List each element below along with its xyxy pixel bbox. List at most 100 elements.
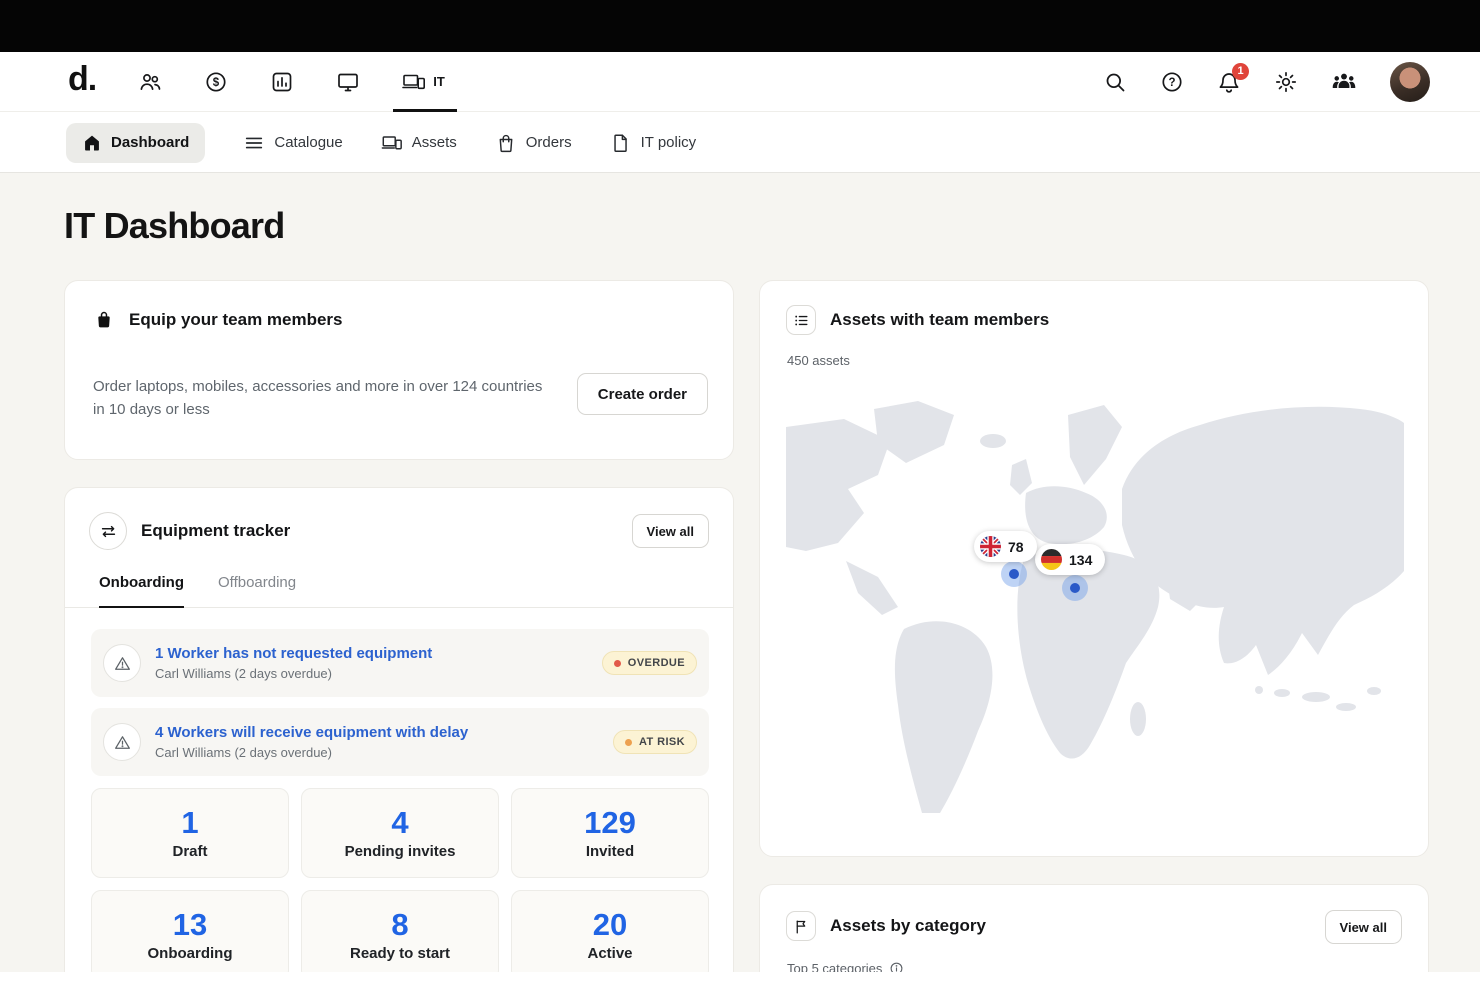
world-map[interactable]: 134 78 [786,399,1404,819]
assets-map-card: Assets with team members 450 assets [759,280,1429,857]
assets-category-title: Assets by category [830,916,986,936]
subnav-item-assets[interactable]: Assets [381,132,457,154]
subnav-item-catalogue[interactable]: Catalogue [243,132,342,154]
tracker-alert-row: 1 Worker has not requested equipment Car… [91,629,709,697]
tab-offboarding[interactable]: Offboarding [218,574,296,607]
user-avatar[interactable] [1390,62,1430,102]
stat-value: 20 [593,909,627,940]
map-pill-uk[interactable]: 78 [974,531,1037,562]
settings-gear-icon[interactable] [1274,70,1298,94]
badge-label: AT RISK [639,736,685,748]
list-icon [786,305,816,335]
equipment-tracker-card: Equipment tracker View all Onboarding Of… [64,487,734,972]
equip-team-card: Equip your team members Order laptops, m… [64,280,734,460]
warning-triangle-icon [103,723,141,761]
create-order-button[interactable]: Create order [577,373,708,415]
stat-label: Pending invites [345,843,456,860]
alert-link[interactable]: 1 Worker has not requested equipment [155,645,432,662]
assets-map-title: Assets with team members [830,310,1049,330]
stat-tile-onboarding[interactable]: 13 Onboarding [91,890,289,972]
monitor-nav-icon[interactable] [336,70,360,94]
subnav-item-dashboard[interactable]: Dashboard [66,123,205,163]
flag-icon [786,911,816,941]
stat-value: 13 [173,909,207,940]
orders-bag-icon [495,132,517,154]
subnav-item-orders-label: Orders [526,134,572,151]
alert-subtitle: Carl Williams (2 days overdue) [155,666,432,681]
subnav-item-it-policy[interactable]: IT policy [610,132,697,154]
people-nav-icon[interactable] [138,70,162,94]
tracker-alert-row: 4 Workers will receive equipment with de… [91,708,709,776]
germany-flag-icon [1041,549,1062,570]
it-section-nav: Dashboard Catalogue Assets Orders [0,113,1480,173]
subnav-item-orders[interactable]: Orders [495,132,572,154]
uk-asset-count: 78 [1008,539,1024,555]
notification-count-badge: 1 [1232,63,1249,80]
stat-tile-invited[interactable]: 129 Invited [511,788,709,878]
tab-onboarding[interactable]: Onboarding [99,574,184,608]
assets-devices-icon [381,132,403,154]
page-title: IT Dashboard [64,205,284,247]
stat-label: Draft [172,843,207,860]
map-marker-dot-core [1070,583,1080,593]
shopping-bag-icon [93,309,115,331]
equip-card-title: Equip your team members [129,310,343,330]
category-subtitle: Top 5 categories [787,961,882,972]
info-icon[interactable] [889,961,904,972]
stat-label: Active [587,945,632,962]
stat-value: 1 [181,807,198,838]
stat-tile-pending-invites[interactable]: 4 Pending invites [301,788,499,878]
stat-tile-draft[interactable]: 1 Draft [91,788,289,878]
overdue-dot [614,660,621,667]
map-marker-dot-germany[interactable] [1062,575,1088,601]
nav-item-it[interactable]: IT [402,52,445,111]
notifications-button[interactable]: 1 [1217,70,1241,94]
stat-label: Ready to start [350,945,450,962]
app-header: d. $ [0,52,1480,112]
map-marker-dot-uk[interactable] [1001,561,1027,587]
active-nav-underline [393,109,457,112]
payments-nav-icon[interactable]: $ [204,70,228,94]
reports-nav-icon[interactable] [270,70,294,94]
window-top-bar [0,0,1480,52]
alert-subtitle: Carl Williams (2 days overdue) [155,745,468,760]
tracker-view-all-button[interactable]: View all [632,514,709,548]
assets-count: 450 assets [787,353,850,368]
subnav-item-catalogue-label: Catalogue [274,134,342,151]
home-icon [82,133,102,153]
nav-item-it-label: IT [433,74,445,89]
help-icon[interactable]: ? [1160,70,1184,94]
assets-category-card: Assets by category View all Top 5 catego… [759,884,1429,972]
stat-tile-active[interactable]: 20 Active [511,890,709,972]
main-content: IT Dashboard Equip your team members Ord… [0,173,1480,972]
stat-value: 129 [584,807,636,838]
catalogue-list-icon [243,132,265,154]
world-map-graphic [786,399,1404,819]
stat-label: Invited [586,843,634,860]
warning-triangle-icon [103,644,141,682]
subnav-item-it-policy-label: IT policy [641,134,697,151]
transfer-arrows-icon [89,512,127,550]
subnav-item-dashboard-label: Dashboard [111,134,189,151]
uk-flag-icon [980,536,1001,557]
team-referrals-icon[interactable] [1331,69,1357,95]
tracker-stats-grid: 1 Draft 4 Pending invites 129 Invited 13… [91,788,709,972]
map-pill-germany[interactable]: 134 [1035,544,1105,575]
deel-logo[interactable]: d. [68,62,96,102]
map-marker-dot-core [1009,569,1019,579]
alert-link[interactable]: 4 Workers will receive equipment with de… [155,724,468,741]
header-actions: ? 1 [1103,62,1430,102]
search-icon[interactable] [1103,70,1127,94]
stat-value: 8 [391,909,408,940]
stat-tile-ready-to-start[interactable]: 8 Ready to start [301,890,499,972]
equip-card-description: Order laptops, mobiles, accessories and … [93,375,545,421]
primary-nav: $ IT [138,52,445,111]
svg-text:?: ? [1168,77,1175,89]
status-badge-overdue: OVERDUE [602,651,697,675]
svg-text:$: $ [213,77,220,89]
tracker-card-title: Equipment tracker [141,521,290,541]
at-risk-dot [625,739,632,746]
stat-label: Onboarding [148,945,233,962]
category-view-all-button[interactable]: View all [1325,910,1402,944]
stat-value: 4 [391,807,408,838]
